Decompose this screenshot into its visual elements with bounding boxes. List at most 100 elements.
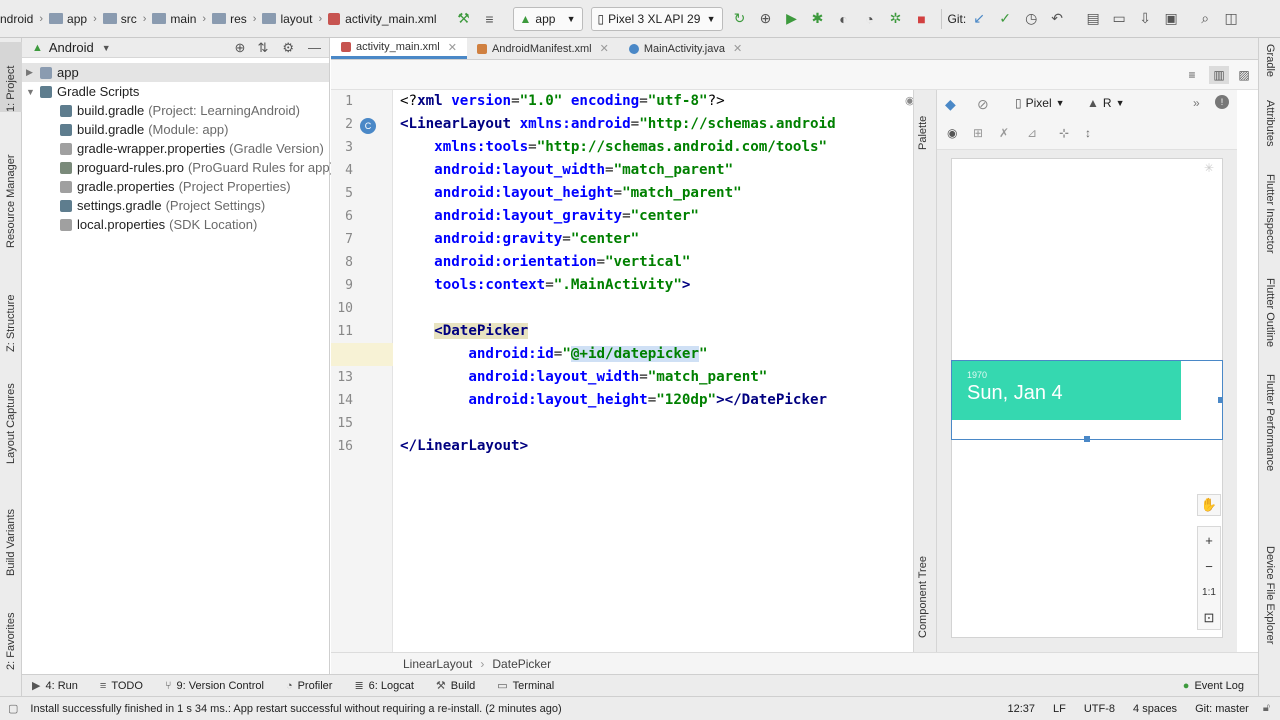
tool-todo[interactable]: ≡ TODO [100, 680, 143, 692]
crumb-file[interactable]: activity_main.xml [322, 0, 437, 37]
tree-item[interactable]: settings.gradle (Project Settings) [22, 196, 329, 215]
tree-item[interactable]: local.properties (SDK Location) [22, 215, 329, 234]
chevron-down-icon[interactable]: ▼ [102, 43, 111, 53]
crumb-project[interactable]: ndroid › [0, 0, 43, 37]
tab-attributes[interactable]: Attributes [1259, 100, 1280, 170]
tab-flutter-inspector[interactable]: Flutter Inspector [1259, 174, 1280, 274]
sdk-manager-icon[interactable]: ⇩ [1134, 8, 1156, 30]
layers-icon[interactable]: ◆ [945, 96, 956, 113]
history-icon[interactable]: ◷ [1020, 8, 1042, 30]
crumb-layout[interactable]: layout › [256, 0, 322, 37]
tool-terminal[interactable]: ▭ Terminal [497, 679, 554, 693]
zoom-actual-size-button[interactable]: 1:1 [1197, 581, 1221, 603]
view-options-icon[interactable]: ◉ [947, 126, 957, 140]
status-toggle-icon[interactable]: ▢ [8, 702, 18, 715]
crumb-app[interactable]: app › [43, 0, 97, 37]
autoconnect-icon[interactable]: ⊞ [973, 126, 983, 140]
tool-build[interactable]: ⚒ Build [436, 679, 475, 693]
tab-device-file-explorer[interactable]: Device File Explorer [1259, 546, 1280, 676]
hammer-icon[interactable]: ⚒ [453, 8, 475, 30]
collapse-icon[interactable]: ⇅ [257, 40, 268, 56]
attach-debugger-icon[interactable]: ✲ [885, 8, 907, 30]
gear-icon[interactable]: ⚙ [282, 40, 294, 56]
tab-layout-captures[interactable]: Layout Captures [0, 360, 22, 464]
pan-icon[interactable]: ✋ [1197, 494, 1221, 516]
status-message[interactable]: Install successfully finished in 1 s 34 … [30, 703, 561, 715]
git-update-icon[interactable]: ↙ [968, 8, 990, 30]
crumb-res[interactable]: res › [206, 0, 256, 37]
code-view-icon[interactable]: ≡ [1183, 66, 1201, 84]
close-icon[interactable]: ✕ [448, 41, 457, 54]
orientation-icon[interactable]: ⊘ [977, 96, 989, 113]
run-icon[interactable]: ▶ [781, 8, 803, 30]
code-editor[interactable]: <?xml version="1.0" encoding="utf-8"?> <… [393, 90, 913, 652]
clear-constraints-icon[interactable]: ✗ [999, 126, 1009, 140]
tab-flutter-outline[interactable]: Flutter Outline [1259, 278, 1280, 368]
design-view-icon[interactable]: ▨ [1235, 66, 1253, 84]
minimize-icon[interactable]: — [308, 40, 321, 55]
eye-icon[interactable]: ◉ [905, 94, 913, 107]
apply-changes-icon[interactable]: ⊕ [755, 8, 777, 30]
debug-icon[interactable]: ✱ [807, 8, 829, 30]
tab-android-manifest[interactable]: AndroidManifest.xml ✕ [467, 38, 619, 59]
tree-item-app[interactable]: ▶ app [22, 63, 329, 82]
resize-handle[interactable] [1218, 397, 1223, 403]
layout-inspector-icon[interactable]: ▣ [1160, 8, 1182, 30]
tab-gradle[interactable]: Gradle [1259, 44, 1280, 94]
more-icon[interactable]: » [1193, 96, 1200, 110]
tree-item[interactable]: gradle.properties (Project Properties) [22, 177, 329, 196]
tool-profiler[interactable]: ◔ Profiler [286, 680, 333, 692]
indent-setting[interactable]: 4 spaces [1133, 703, 1177, 715]
lock-icon[interactable]: 🔓︎ [1263, 702, 1270, 715]
tab-activity-main[interactable]: activity_main.xml ✕ [331, 38, 467, 59]
coverage-icon[interactable]: ◐ [833, 8, 855, 30]
breadcrumb-item[interactable]: DatePicker [492, 657, 551, 671]
assistant-icon[interactable]: ◫ [1220, 8, 1242, 30]
zoom-in-icon[interactable]: + [1197, 529, 1221, 551]
sort-icon[interactable]: ≡ [479, 8, 501, 30]
api-select[interactable]: ▲ R ▼ [1087, 96, 1124, 110]
crumb-main[interactable]: main › [146, 0, 206, 37]
line-separator[interactable]: LF [1053, 703, 1066, 715]
class-gutter-icon[interactable]: C [360, 118, 376, 134]
breadcrumb-item[interactable]: LinearLayout [403, 657, 472, 671]
caret-position[interactable]: 12:37 [1007, 703, 1035, 715]
revert-icon[interactable]: ↶ [1046, 8, 1068, 30]
git-commit-icon[interactable]: ✓ [994, 8, 1016, 30]
close-icon[interactable]: ✕ [600, 42, 609, 55]
crumb-src[interactable]: src › [97, 0, 146, 37]
zoom-fit-icon[interactable]: ⊡ [1197, 607, 1221, 629]
tab-favorites[interactable]: 2: Favorites [0, 590, 22, 670]
warning-icon[interactable]: ! [1215, 95, 1229, 109]
tool-logcat[interactable]: ≣ 6: Logcat [354, 679, 413, 693]
tab-project[interactable]: 1: Project [0, 42, 22, 112]
split-view-icon[interactable]: ▥ [1209, 66, 1229, 84]
tool-event-log[interactable]: ● Event Log [1183, 680, 1244, 692]
run-config-select[interactable]: ▲ app ▼ [512, 6, 583, 31]
git-branch[interactable]: Git: master [1195, 703, 1249, 715]
horizontal-guidelines-icon[interactable]: ⊹ [1059, 126, 1069, 140]
tree-item[interactable]: build.gradle (Project: LearningAndroid) [22, 101, 329, 120]
vertical-guidelines-icon[interactable]: ↕ [1085, 126, 1091, 140]
tab-component-tree[interactable]: Component Tree [917, 538, 929, 638]
view-mode-select[interactable]: Android [49, 40, 94, 55]
device-select[interactable]: ▯ Pixel ▼ [1015, 96, 1065, 110]
infer-constraints-icon[interactable]: ⊿ [1027, 126, 1037, 140]
project-structure-icon[interactable]: ▤ [1082, 8, 1104, 30]
rerun-icon[interactable]: ↻ [729, 8, 751, 30]
device-select[interactable]: ▯ Pixel 3 XL API 29 ▼ [590, 6, 723, 31]
tree-item[interactable]: proguard-rules.pro (ProGuard Rules for ap… [22, 158, 334, 177]
avd-manager-icon[interactable]: ▭ [1108, 8, 1130, 30]
tab-flutter-performance[interactable]: Flutter Performance [1259, 374, 1280, 494]
tab-resource-manager[interactable]: Resource Manager [0, 130, 22, 248]
search-icon[interactable]: ⌕ [1194, 8, 1216, 30]
tab-structure[interactable]: Z: Structure [0, 264, 22, 352]
profile-icon[interactable]: ◔ [859, 8, 881, 30]
tree-item[interactable]: gradle-wrapper.properties (Gradle Version… [22, 139, 329, 158]
close-icon[interactable]: ✕ [733, 42, 742, 55]
tool-version-control[interactable]: ⑂ 9: Version Control [165, 680, 264, 692]
tree-item[interactable]: build.gradle (Module: app) [22, 120, 329, 139]
tool-run[interactable]: ▶ 4: Run [32, 679, 78, 693]
tab-build-variants[interactable]: Build Variants [0, 484, 22, 576]
zoom-out-icon[interactable]: − [1197, 555, 1221, 577]
